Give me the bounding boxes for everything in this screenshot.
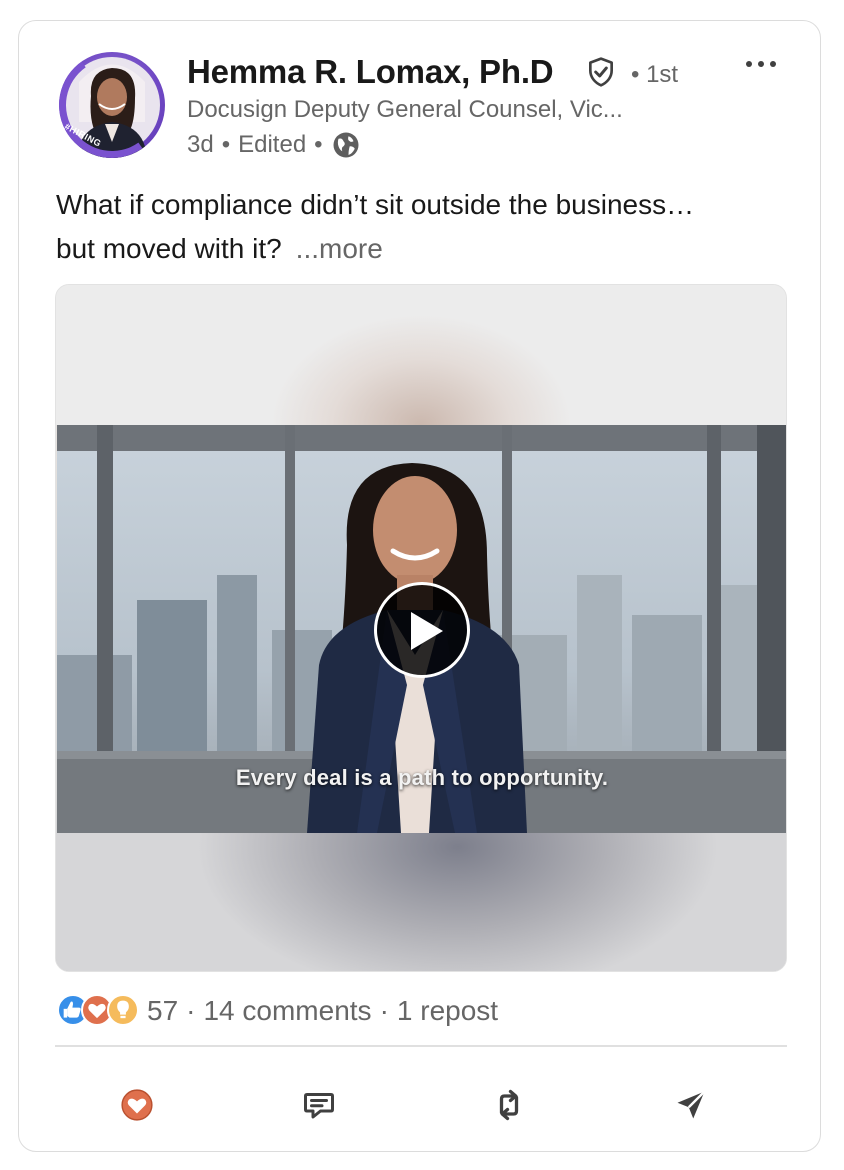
author-avatar[interactable]: #HIRING [59, 52, 165, 158]
post-body: What if compliance didn’t sit outside th… [56, 183, 796, 271]
edited-label: Edited [238, 131, 307, 158]
see-more-link[interactable]: ...more [296, 233, 383, 264]
reaction-icons[interactable] [57, 994, 141, 1028]
hiring-ring [59, 52, 165, 158]
actions-divider [55, 1045, 787, 1047]
video-blur-bottom [56, 833, 786, 971]
video-caption: Every deal is a path to opportunity. [235, 765, 609, 790]
post-meta: 3d • Edited • [187, 130, 361, 160]
insightful-icon [107, 994, 139, 1026]
send-icon [677, 1090, 706, 1119]
author-headline[interactable]: Docusign Deputy General Counsel, Vic... [187, 96, 707, 124]
video-player[interactable]: Every deal is a path to opportunity. [57, 425, 786, 833]
post-text-line-2: but moved with it? [56, 233, 282, 264]
meta-separator: • [314, 131, 323, 158]
reposts-count[interactable]: 1 repost [397, 995, 498, 1027]
play-icon [411, 612, 443, 650]
video-container: Every deal is a path to opportunity. [55, 284, 787, 972]
more-horizontal-icon[interactable] [741, 51, 781, 81]
post-text-line-1: What if compliance didn’t sit outside th… [56, 189, 695, 220]
send-button[interactable] [669, 1083, 713, 1127]
play-button[interactable] [374, 582, 470, 678]
social-separator: · [379, 995, 389, 1026]
feed-post-card: #HIRING Hemma R. Lomax, Ph.D • 1st Docus… [18, 20, 821, 1152]
post-time: 3d [187, 131, 214, 158]
react-button[interactable] [115, 1083, 159, 1127]
author-name[interactable]: Hemma R. Lomax, Ph.D [187, 53, 554, 91]
repost-button[interactable] [487, 1083, 531, 1127]
social-separator: · [186, 995, 196, 1026]
verified-shield-icon [585, 56, 617, 93]
connection-degree: • 1st [631, 61, 679, 88]
comments-count[interactable]: 14 comments [203, 995, 371, 1027]
comment-button[interactable] [297, 1083, 341, 1127]
meta-separator: • [221, 131, 231, 158]
video-blur-top [56, 285, 786, 425]
comment-icon [304, 1093, 334, 1119]
post-text-line-2-wrap: but moved with it? ...more [56, 227, 796, 271]
globe-icon [331, 130, 361, 160]
social-counts: 57 · 14 comments · 1 repost [57, 991, 498, 1031]
heart-icon [121, 1089, 153, 1121]
reactions-count[interactable]: 57 [147, 995, 178, 1027]
repost-icon [499, 1089, 519, 1121]
